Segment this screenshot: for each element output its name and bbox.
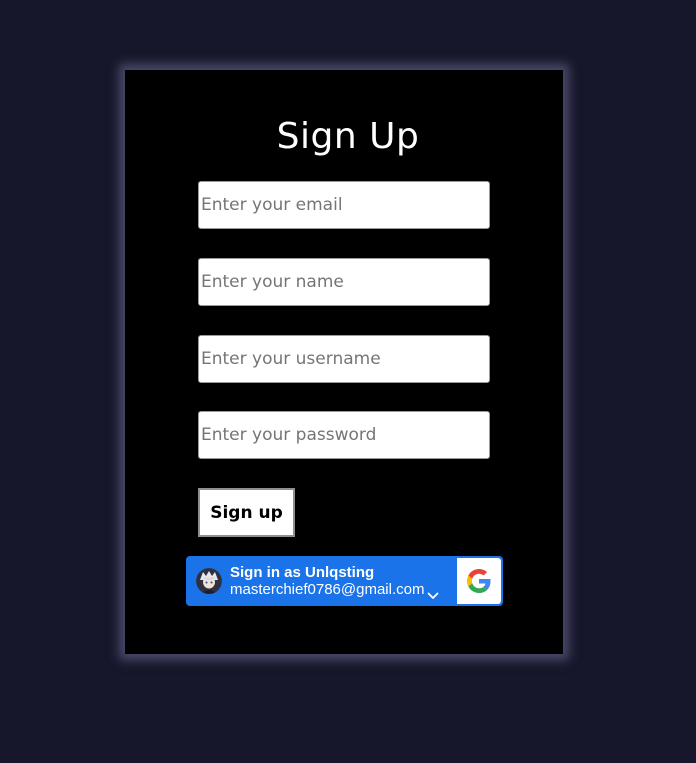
google-account-email: masterchief0786@gmail.com — [230, 581, 425, 598]
google-logo-icon — [457, 558, 501, 604]
email-field[interactable] — [198, 181, 490, 229]
name-field[interactable] — [198, 258, 490, 306]
page-title: Sign Up — [276, 116, 420, 157]
password-field[interactable] — [198, 411, 490, 459]
chevron-down-icon[interactable] — [427, 585, 439, 599]
google-signin-title: Sign in as Unlqsting — [230, 564, 375, 581]
user-avatar-icon — [196, 568, 222, 594]
signup-button[interactable]: Sign up — [198, 488, 295, 537]
username-field[interactable] — [198, 335, 490, 383]
google-signin-button[interactable]: Sign in as Unlqsting masterchief0786@gma… — [186, 556, 503, 606]
